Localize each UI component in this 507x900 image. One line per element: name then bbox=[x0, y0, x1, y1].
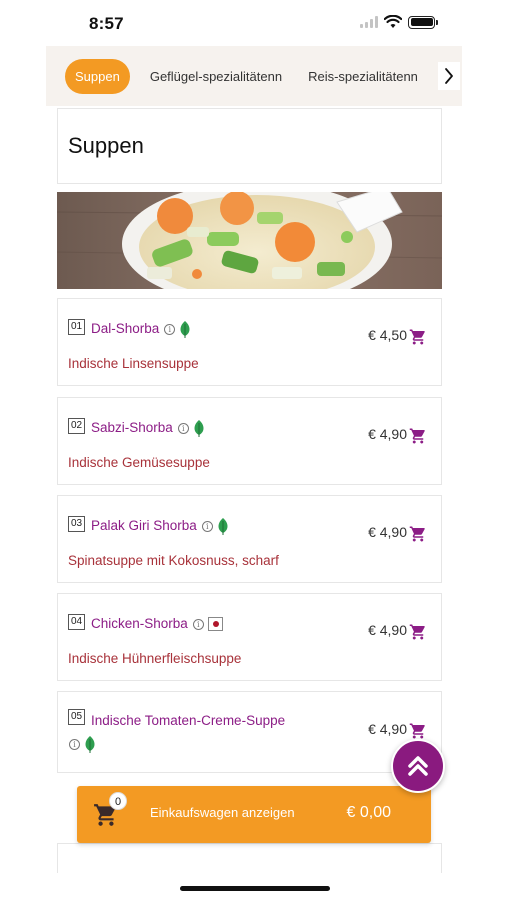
soup-image bbox=[57, 192, 442, 289]
chevron-right-icon bbox=[445, 68, 453, 84]
tab-suppen[interactable]: Suppen bbox=[65, 58, 130, 94]
item-description: Indische Linsensuppe bbox=[68, 356, 199, 371]
item-name-label[interactable]: Indische Tomaten-Creme-Suppe bbox=[91, 713, 285, 728]
add-to-cart-icon[interactable] bbox=[409, 427, 427, 445]
item-name-label: Chicken-Shorba bbox=[91, 616, 188, 631]
double-chevron-up-icon bbox=[408, 756, 428, 776]
home-indicator[interactable] bbox=[180, 886, 330, 891]
item-name[interactable]: Chicken-Shorba i bbox=[91, 616, 223, 632]
leaf-icon bbox=[194, 420, 204, 437]
menu-item[interactable]: 05 Indische Tomaten-Creme-Suppe i € 4,90 bbox=[57, 691, 442, 773]
battery-icon bbox=[408, 15, 438, 29]
item-price: € 4,90 bbox=[368, 524, 407, 540]
info-icon[interactable]: i bbox=[164, 324, 176, 335]
item-price: € 4,90 bbox=[368, 426, 407, 442]
item-description: Spinatsuppe mit Kokosnuss, scharf bbox=[68, 553, 279, 568]
item-name[interactable]: Dal-Shorba i bbox=[91, 321, 191, 338]
signal-icon bbox=[360, 16, 378, 28]
status-time: 8:57 bbox=[89, 14, 124, 33]
section-header: Suppen bbox=[57, 108, 442, 184]
status-icons bbox=[360, 15, 438, 29]
item-number: 01 bbox=[68, 319, 86, 335]
item-name[interactable]: Sabzi-Shorba i bbox=[91, 420, 205, 437]
tab-gefluegel[interactable]: Geflügel-spezialitätenn bbox=[140, 60, 292, 93]
menu-item[interactable]: 04 Chicken-Shorba i Indische Hühnerfleisc… bbox=[57, 593, 442, 681]
tabs-next-button[interactable] bbox=[438, 62, 460, 90]
section-image bbox=[57, 192, 442, 289]
cart-label: Einkaufswagen anzeigen bbox=[150, 805, 295, 820]
wifi-icon bbox=[384, 15, 402, 28]
menu-item[interactable]: 02 Sabzi-Shorba i Indische Gemüsesuppe € … bbox=[57, 397, 442, 485]
menu-content: Suppen bbox=[57, 108, 442, 289]
leaf-icon bbox=[85, 736, 95, 754]
item-price: € 4,90 bbox=[368, 622, 407, 638]
menu-item[interactable]: 03 Palak Giri Shorba i Spinatsuppe mit Ko… bbox=[57, 495, 442, 583]
section-title: Suppen bbox=[68, 133, 144, 158]
item-number: 04 bbox=[68, 614, 86, 630]
view-cart-button[interactable]: 0 Einkaufswagen anzeigen € 0,00 bbox=[77, 786, 431, 843]
info-icon[interactable]: i bbox=[177, 423, 189, 434]
add-to-cart-icon[interactable] bbox=[409, 623, 427, 641]
cart-total: € 0,00 bbox=[346, 804, 391, 821]
item-number: 05 bbox=[68, 709, 86, 725]
item-name[interactable]: Palak Giri Shorba i bbox=[91, 518, 229, 535]
cart-count-badge: 0 bbox=[109, 792, 127, 810]
info-icon[interactable]: i bbox=[69, 739, 80, 751]
chicken-icon bbox=[207, 617, 223, 632]
tab-reis[interactable]: Reis-spezialitätenn bbox=[298, 60, 428, 93]
scroll-to-top-button[interactable] bbox=[391, 739, 445, 793]
category-tabs: Suppen Geflügel-spezialitätenn Reis-spez… bbox=[46, 46, 462, 106]
item-icons: i bbox=[64, 736, 96, 754]
next-section-card bbox=[57, 843, 442, 873]
add-to-cart-icon[interactable] bbox=[409, 525, 427, 543]
item-number: 02 bbox=[68, 418, 86, 434]
item-number: 03 bbox=[68, 516, 86, 532]
item-price: € 4,90 bbox=[368, 721, 407, 737]
info-icon[interactable]: i bbox=[201, 521, 213, 532]
add-to-cart-icon[interactable] bbox=[409, 328, 427, 346]
leaf-icon bbox=[180, 321, 190, 338]
item-description: Indische Gemüsesuppe bbox=[68, 455, 210, 470]
info-icon[interactable]: i bbox=[192, 618, 204, 630]
leaf-icon bbox=[218, 518, 228, 535]
item-name-label: Sabzi-Shorba bbox=[91, 420, 173, 436]
item-name-label: Palak Giri Shorba bbox=[91, 518, 197, 534]
item-price: € 4,50 bbox=[368, 327, 407, 343]
add-to-cart-icon[interactable] bbox=[409, 722, 427, 740]
item-name-label: Dal-Shorba bbox=[91, 321, 160, 337]
menu-item[interactable]: 01 Dal-Shorba i Indische Linsensuppe € 4,… bbox=[57, 298, 442, 386]
item-description: Indische Hühnerfleischsuppe bbox=[68, 651, 242, 666]
status-bar: 8:57 bbox=[0, 0, 507, 46]
